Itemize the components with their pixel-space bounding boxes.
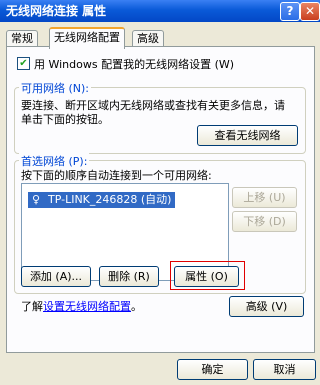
help-button[interactable]: ? (280, 2, 300, 21)
learn-prefix: 了解 (21, 300, 43, 313)
move-up-button[interactable]: 上移 (U) (232, 187, 297, 208)
view-wireless-networks-button[interactable]: 查看无线网络 (197, 125, 298, 146)
network-name: TP-LINK_246828 (自动) (48, 193, 172, 206)
tab-general[interactable]: 常规 (6, 30, 38, 47)
close-icon: ✕ (304, 4, 316, 18)
window-title: 无线网络连接 属性 (6, 4, 107, 18)
ok-button[interactable]: 确定 (177, 359, 248, 380)
tab-panel: ✔ 用 Windows 配置我的无线网络设置 (W) 可用网络 (N): 要连接… (6, 46, 315, 353)
move-down-button[interactable]: 下移 (D) (232, 211, 297, 232)
advanced-button[interactable]: 高级 (V) (229, 296, 304, 317)
title-bar: 无线网络连接 属性 ? ✕ (0, 0, 320, 22)
available-networks-description-line2: 单击下面的按钮。 (21, 113, 109, 126)
tab-advanced[interactable]: 高级 (132, 30, 164, 47)
learn-suffix: 。 (131, 300, 142, 313)
help-icon: ? (286, 4, 294, 18)
wireless-network-icon: ♀ (32, 193, 41, 206)
properties-button[interactable]: 属性 (O) (174, 266, 239, 287)
remove-button[interactable]: 删除 (R) (99, 266, 159, 287)
preferred-networks-description: 按下面的顺序自动连接到一个可用网络: (21, 169, 212, 182)
learn-more-text: 了解设置无线网络配置。 (21, 298, 142, 314)
learn-wireless-config-link[interactable]: 设置无线网络配置 (43, 300, 131, 313)
cancel-button[interactable]: 取消 (253, 359, 316, 380)
use-windows-checkbox[interactable]: ✔ (17, 57, 30, 70)
network-list-item[interactable]: ♀ TP-LINK_246828 (自动) (28, 192, 176, 208)
available-networks-legend: 可用网络 (N): (19, 80, 92, 96)
tab-wireless-networks[interactable]: 无线网络配置 (49, 27, 125, 49)
checkmark-icon: ✔ (19, 58, 28, 69)
use-windows-label: 用 Windows 配置我的无线网络设置 (W) (34, 58, 235, 71)
close-button[interactable]: ✕ (300, 2, 320, 21)
add-button[interactable]: 添加 (A)... (21, 266, 91, 287)
